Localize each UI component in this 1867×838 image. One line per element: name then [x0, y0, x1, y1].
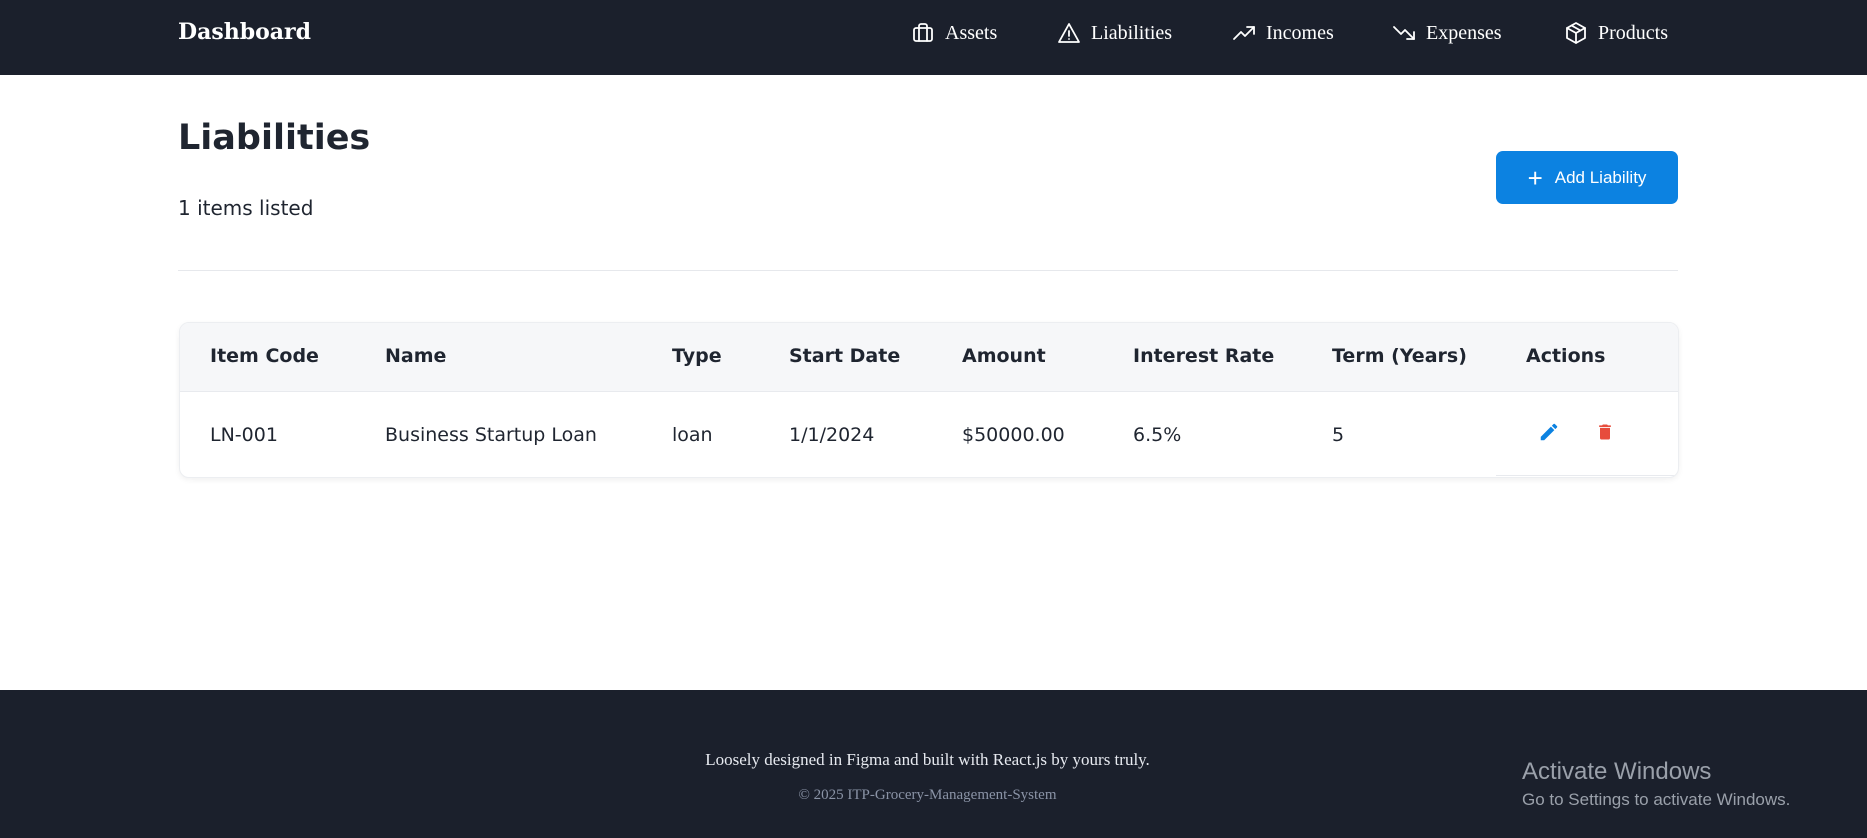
footer: Loosely designed in Figma and built with… [0, 690, 1867, 838]
cell-amount: $50000.00 [962, 424, 1065, 446]
nav-item-label: Expenses [1426, 21, 1502, 44]
column-header: Item Code [210, 345, 319, 367]
nav-item-label: Incomes [1266, 21, 1334, 44]
plus-icon: + [1527, 162, 1543, 193]
trending-down-icon [1393, 26, 1415, 40]
nav-item-incomes[interactable]: Incomes [1232, 21, 1334, 45]
column-header: Name [385, 345, 447, 367]
nav-item-products[interactable]: Products [1564, 21, 1668, 45]
add-liability-button[interactable]: + Add Liability [1496, 151, 1678, 204]
cell-type: loan [672, 424, 713, 446]
warning-triangle-icon [1058, 23, 1080, 43]
trash-icon [1599, 424, 1611, 440]
watermark-subtitle: Go to Settings to activate Windows. [1522, 790, 1791, 809]
cell-name: Business Startup Loan [385, 424, 597, 446]
column-header: Actions [1526, 345, 1606, 367]
add-liability-label: Add Liability [1554, 167, 1647, 187]
column-header: Term (Years) [1332, 345, 1467, 367]
column-header: Type [672, 345, 722, 367]
nav-item-liabilities[interactable]: Liabilities [1057, 21, 1172, 45]
nav-item-label: Liabilities [1091, 21, 1173, 44]
briefcase-icon [913, 23, 933, 42]
cell-interest-rate: 6.5% [1133, 424, 1182, 446]
column-header: Amount [962, 345, 1046, 367]
nav-item-expenses[interactable]: Expenses [1392, 21, 1502, 45]
column-header: Interest Rate [1133, 345, 1275, 367]
pencil-icon [1540, 423, 1558, 441]
trending-up-icon [1233, 26, 1255, 40]
cell-term-years: 5 [1332, 424, 1345, 446]
delete-button[interactable] [1593, 419, 1617, 445]
row-divider [1496, 475, 1678, 476]
nav-item-label: Assets [945, 21, 998, 44]
nav-links: Assets Liabilities Incomes Expenses Prod… [0, 0, 1867, 75]
liabilities-table: Item Code Name Type Start Date Amount In… [179, 322, 1679, 478]
nav-item-assets[interactable]: Assets [911, 21, 997, 45]
cell-item-code: LN-001 [210, 424, 278, 446]
windows-activation-watermark: Activate Windows Go to Settings to activ… [1522, 758, 1790, 810]
cell-start-date: 1/1/2024 [789, 424, 875, 446]
table-header: Item Code Name Type Start Date Amount In… [180, 323, 1678, 392]
items-count: 1 items listed [178, 196, 314, 220]
box-icon [1566, 22, 1586, 44]
edit-button[interactable] [1537, 419, 1561, 445]
header-divider [178, 270, 1678, 271]
top-navbar: Dashboard Assets Liabilities Incomes Exp… [0, 0, 1867, 75]
column-header: Start Date [789, 345, 901, 367]
page-title: Liabilities [178, 118, 371, 158]
nav-item-label: Products [1598, 21, 1668, 44]
watermark-title: Activate Windows [1522, 758, 1712, 785]
